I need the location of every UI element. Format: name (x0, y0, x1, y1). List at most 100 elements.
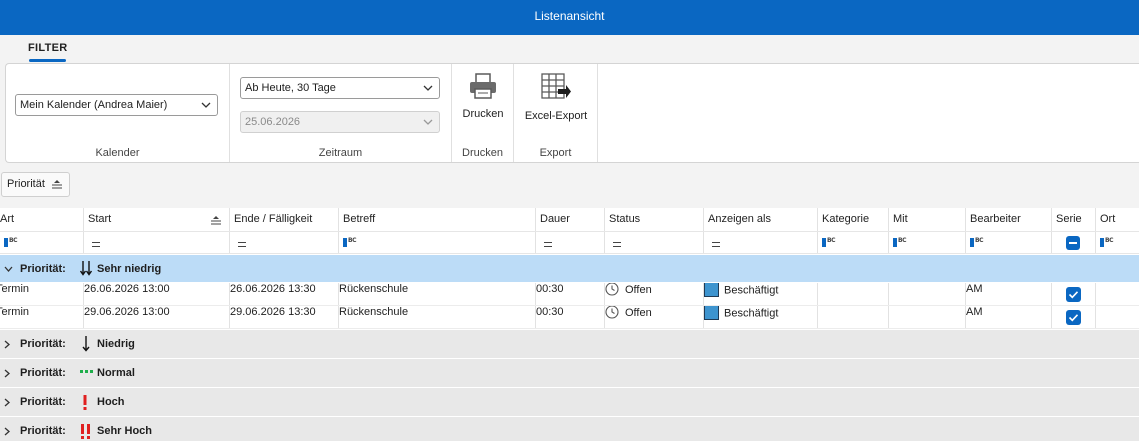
clock-icon (605, 283, 619, 296)
checkbox-checked-icon[interactable] (1066, 310, 1081, 325)
column-header-art[interactable]: Art (0, 208, 84, 231)
group-row-sehr-hoch[interactable]: Priorität: Sehr Hoch (0, 417, 1139, 441)
calendar-select[interactable]: Mein Kalender (Andrea Maier) (15, 94, 218, 116)
cell-serie (1052, 306, 1096, 328)
cell-anzeigen-als: Beschäftigt (704, 283, 818, 305)
group-row-label: Priorität: (20, 338, 66, 350)
cell-start: 29.06.2026 13:00 (84, 306, 230, 328)
list-grid: Art Start Ende / Fälligkeit Betreff Daue… (0, 208, 1139, 441)
equals-filter-icon (712, 242, 720, 247)
group-row-hoch[interactable]: Priorität: Hoch (0, 388, 1139, 417)
filter-cell-bearbeiter[interactable] (966, 232, 1052, 253)
cell-status: Offen (605, 306, 704, 328)
dots-icon (80, 370, 93, 373)
exclamation-icon (83, 395, 87, 410)
column-header-serie[interactable]: Serie (1052, 208, 1096, 231)
busy-color-swatch (704, 306, 719, 320)
group-row-label: Priorität: (20, 425, 66, 437)
group-row-value: Sehr Hoch (97, 425, 153, 437)
tab-filter[interactable]: FILTER (28, 42, 67, 54)
equals-filter-icon (238, 242, 246, 247)
cell-ende: 29.06.2026 13:30 (230, 306, 339, 328)
group-calendar: Mein Kalender (Andrea Maier) Kalender (6, 64, 230, 162)
status-text: Offen (625, 306, 652, 319)
column-header-dauer[interactable]: Dauer (536, 208, 605, 231)
cell-betreff: Rückenschule (339, 283, 536, 305)
column-header-kategorie[interactable]: Kategorie (818, 208, 889, 231)
chevron-right-icon (4, 369, 10, 378)
filter-cell-dauer[interactable] (536, 232, 605, 253)
ribbon-tabstrip: FILTER (0, 35, 1139, 63)
group-label-calendar: Kalender (95, 147, 140, 159)
group-row-niedrig[interactable]: Priorität: Niedrig (0, 330, 1139, 359)
table-row[interactable]: Termin 26.06.2026 13:00 26.06.2026 13:30… (0, 283, 1139, 306)
filter-cell-start[interactable] (84, 232, 230, 253)
filter-cell-ort[interactable] (1096, 232, 1139, 253)
table-row[interactable]: Termin 29.06.2026 13:00 29.06.2026 13:30… (0, 306, 1139, 329)
cell-dauer: 00:30 (536, 306, 605, 328)
cell-ort (1096, 283, 1139, 305)
cell-mit (889, 306, 966, 328)
group-row-label: Priorität: (20, 367, 66, 379)
cell-mit (889, 283, 966, 305)
filter-cell-mit[interactable] (889, 232, 966, 253)
group-by-chip-priority[interactable]: Priorität (1, 172, 70, 197)
cell-bearbeiter: AM (966, 283, 1052, 305)
cell-ort (1096, 306, 1139, 328)
group-timerange: Ab Heute, 30 Tage 25.06.2026 Zeitraum (230, 64, 452, 162)
chevron-down-icon (423, 85, 433, 91)
cell-kategorie (818, 283, 889, 305)
filter-cell-anzeigen-als[interactable] (704, 232, 818, 253)
column-header-start[interactable]: Start (84, 208, 230, 231)
cell-anzeigen-als: Beschäftigt (704, 306, 818, 328)
date-picker-value: 25.06.2026 (245, 116, 301, 128)
column-header-bearbeiter[interactable]: Bearbeiter (966, 208, 1052, 231)
text-filter-icon (343, 237, 358, 248)
print-button[interactable]: Drucken (456, 72, 510, 132)
group-by-panel: Priorität (0, 163, 1139, 208)
window-title: Listenansicht (534, 9, 605, 23)
filter-cell-status[interactable] (605, 232, 704, 253)
table-export-icon (541, 73, 571, 99)
cell-status: Offen (605, 283, 704, 305)
timerange-select[interactable]: Ab Heute, 30 Tage (240, 77, 440, 99)
title-bar: Listenansicht (0, 0, 1139, 35)
sort-ascending-icon (211, 216, 221, 225)
status-text: Offen (625, 283, 652, 296)
group-row-sehr-niedrig[interactable]: Priorität: Sehr niedrig (0, 255, 1139, 283)
group-row-normal[interactable]: Priorität: Normal (0, 359, 1139, 388)
excel-export-button[interactable]: Excel-Export (518, 72, 594, 132)
cell-bearbeiter: AM (966, 306, 1052, 328)
calendar-select-value: Mein Kalender (Andrea Maier) (20, 99, 168, 111)
column-header-betreff[interactable]: Betreff (339, 208, 536, 231)
group-row-label: Priorität: (20, 396, 66, 408)
column-header-status[interactable]: Status (605, 208, 704, 231)
text-filter-icon (4, 237, 19, 248)
clock-icon (605, 306, 619, 319)
cell-betreff: Rückenschule (339, 306, 536, 328)
double-exclamation-icon (81, 424, 90, 439)
filter-cell-art[interactable] (0, 232, 84, 253)
column-header-anzeigen-als[interactable]: Anzeigen als (704, 208, 818, 231)
cell-art: Termin (0, 283, 84, 305)
cell-start: 26.06.2026 13:00 (84, 283, 230, 305)
equals-filter-icon (544, 242, 552, 247)
timerange-select-value: Ab Heute, 30 Tage (245, 82, 336, 94)
sort-ascending-icon (52, 180, 62, 189)
checkbox-checked-icon[interactable] (1066, 287, 1081, 302)
tab-active-indicator (29, 59, 66, 62)
cell-serie (1052, 283, 1096, 305)
column-header-ende[interactable]: Ende / Fälligkeit (230, 208, 339, 231)
column-header-mit[interactable]: Mit (889, 208, 966, 231)
chevron-down-icon (423, 119, 433, 125)
group-row-value: Hoch (97, 396, 125, 408)
column-header-ort[interactable]: Ort (1096, 208, 1139, 231)
group-export: Excel-Export Export (514, 64, 598, 162)
filter-cell-betreff[interactable] (339, 232, 536, 253)
filter-cell-serie[interactable] (1052, 232, 1096, 253)
filter-cell-ende[interactable] (230, 232, 339, 253)
indeterminate-checkbox-icon[interactable] (1066, 236, 1080, 250)
filter-cell-kategorie[interactable] (818, 232, 889, 253)
cell-kategorie (818, 306, 889, 328)
group-label-timerange: Zeitraum (318, 147, 363, 159)
